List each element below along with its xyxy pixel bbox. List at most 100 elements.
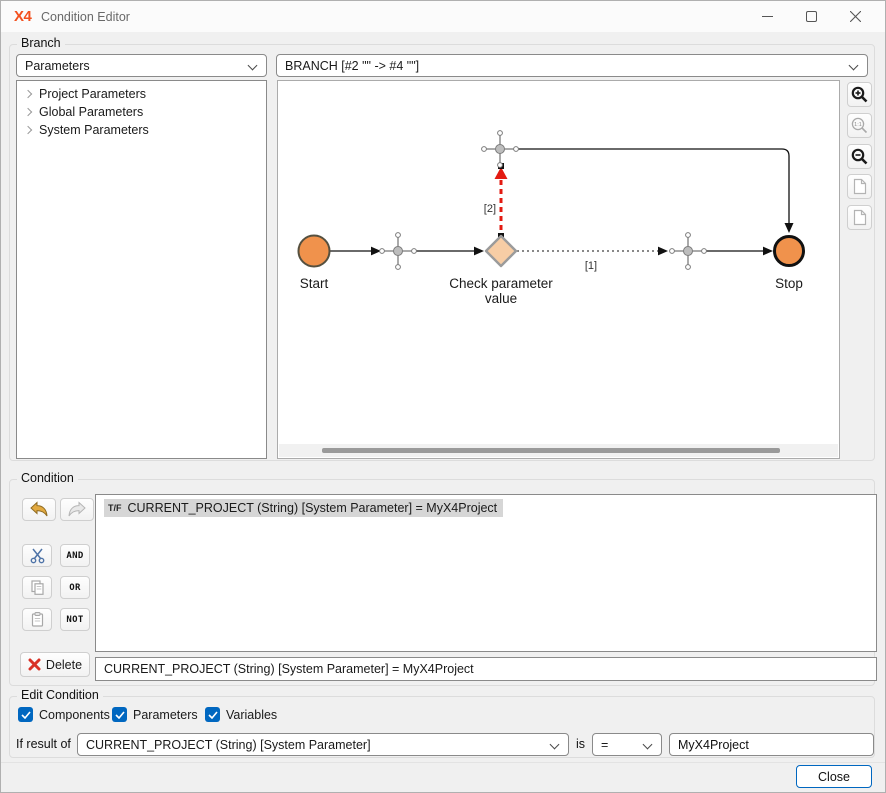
checkbox-variables[interactable]: Variables — [205, 707, 277, 722]
parameter-type-value: Parameters — [25, 59, 90, 73]
close-button-label: Close — [818, 770, 850, 784]
not-label: NOT — [66, 615, 83, 625]
checkmark-icon — [115, 711, 125, 719]
branch-combobox[interactable]: BRANCH [#2 "" -> #4 ""] — [276, 54, 868, 77]
condition-item-text: CURRENT_PROJECT (String) [System Paramet… — [128, 501, 498, 515]
undo-button[interactable] — [22, 498, 56, 521]
checkbox-checked-icon — [205, 707, 220, 722]
if-result-of-label: If result of — [16, 737, 71, 751]
delete-x-icon — [28, 658, 41, 671]
checkbox-parameters[interactable]: Parameters — [112, 707, 198, 722]
arrowhead-down — [785, 223, 794, 233]
clipboard-icon — [29, 611, 46, 628]
redo-button[interactable] — [60, 498, 94, 521]
checkbox-checked-icon — [18, 707, 33, 722]
maximize-button[interactable] — [789, 1, 833, 32]
condition-list[interactable]: T/F CURRENT_PROJECT (String) [System Par… — [95, 494, 877, 652]
checkbox-label: Parameters — [133, 708, 198, 722]
result-source-combobox[interactable]: CURRENT_PROJECT (String) [System Paramet… — [77, 733, 569, 756]
condition-list-item-selected[interactable]: T/F CURRENT_PROJECT (String) [System Par… — [104, 499, 503, 517]
branch-group: Branch Parameters BRANCH [#2 "" -> #4 ""… — [9, 44, 875, 461]
branch-group-label: Branch — [17, 36, 65, 50]
chevron-down-icon — [849, 61, 859, 71]
operator-combobox[interactable]: = — [592, 733, 662, 756]
page-icon — [852, 178, 868, 195]
undo-icon — [28, 501, 50, 518]
condition-preview-field: CURRENT_PROJECT (String) [System Paramet… — [95, 657, 877, 681]
copy-button[interactable] — [22, 576, 52, 599]
result-source-value: CURRENT_PROJECT (String) [System Paramet… — [86, 738, 371, 752]
arrowhead-right — [763, 247, 773, 256]
tree-item-label: System Parameters — [39, 123, 149, 137]
workflow-diagram-canvas[interactable]: [1] [2] Start Check paramet — [277, 80, 840, 459]
window-title: Condition Editor — [41, 10, 130, 24]
checkbox-label: Variables — [226, 708, 277, 722]
decision-node[interactable] — [486, 236, 516, 266]
junction-node-top[interactable] — [482, 131, 519, 168]
cut-button[interactable] — [22, 544, 52, 567]
zoom-one-to-one-icon: 1:1 — [850, 116, 869, 135]
tree-item-label: Project Parameters — [39, 87, 146, 101]
checkbox-components[interactable]: Components — [18, 707, 110, 722]
and-label: AND — [66, 551, 83, 561]
true-false-icon: T/F — [108, 503, 122, 513]
condition-preview-text: CURRENT_PROJECT (String) [System Paramet… — [104, 662, 474, 676]
condition-group-label: Condition — [17, 471, 78, 485]
chevron-right-icon — [24, 108, 32, 116]
edge1-label: [1] — [585, 260, 597, 272]
minimize-button[interactable] — [745, 1, 789, 32]
not-operator-button[interactable]: NOT — [60, 608, 90, 631]
edit-condition-group-label: Edit Condition — [17, 688, 103, 702]
edge-junction-to-stop — [516, 149, 789, 226]
fit-width-button[interactable] — [847, 205, 872, 230]
junction-node-1[interactable] — [380, 233, 417, 270]
scissors-icon — [29, 547, 46, 564]
fit-page-button[interactable] — [847, 174, 872, 199]
comparison-value-input[interactable] — [669, 733, 874, 756]
checkmark-icon — [208, 711, 218, 719]
branch-value: BRANCH [#2 "" -> #4 ""] — [285, 59, 419, 73]
start-node[interactable] — [299, 236, 330, 267]
edge2-label: [2] — [484, 203, 496, 215]
zoom-out-button[interactable] — [847, 144, 872, 169]
delete-button[interactable]: Delete — [20, 652, 90, 677]
parameter-type-combobox[interactable]: Parameters — [16, 54, 267, 77]
maximize-icon — [806, 11, 817, 22]
page-icon — [852, 209, 868, 226]
footer-bar — [1, 762, 885, 793]
title-bar: X4 Condition Editor — [1, 1, 885, 32]
and-operator-button[interactable]: AND — [60, 544, 90, 567]
checkbox-checked-icon — [112, 707, 127, 722]
junction-node-2[interactable] — [670, 233, 707, 270]
checkmark-icon — [21, 711, 31, 719]
checkbox-label: Components — [39, 708, 110, 722]
redo-icon — [66, 501, 88, 518]
chevron-right-icon — [24, 90, 32, 98]
tree-item-project-parameters[interactable]: Project Parameters — [17, 85, 266, 103]
condition-editor-window: X4 Condition Editor Branch Parameters BR… — [0, 0, 886, 793]
is-label: is — [576, 737, 585, 751]
diagram-horizontal-scrollbar[interactable] — [279, 444, 838, 457]
tree-item-global-parameters[interactable]: Global Parameters — [17, 103, 266, 121]
close-button[interactable]: Close — [796, 765, 872, 788]
svg-text:1:1: 1:1 — [854, 122, 862, 128]
zoom-in-button[interactable] — [847, 82, 872, 107]
or-operator-button[interactable]: OR — [60, 576, 90, 599]
decision-node-label-1: Check parameter — [449, 276, 553, 291]
paste-button[interactable] — [22, 608, 52, 631]
minimize-icon — [762, 11, 773, 22]
stop-node[interactable] — [775, 237, 804, 266]
close-window-button[interactable] — [833, 1, 877, 32]
decision-node-label-2: value — [485, 291, 517, 306]
chevron-down-icon — [248, 61, 258, 71]
copy-icon — [29, 579, 46, 596]
arrowhead-right — [474, 247, 484, 256]
delete-label: Delete — [46, 658, 82, 672]
tree-item-system-parameters[interactable]: System Parameters — [17, 121, 266, 139]
zoom-out-icon — [850, 147, 869, 166]
chevron-down-icon — [643, 740, 653, 750]
close-icon — [850, 11, 861, 22]
zoom-actual-size-button[interactable]: 1:1 — [847, 113, 872, 138]
scrollbar-thumb[interactable] — [322, 448, 780, 453]
condition-group: Condition AND — [9, 479, 875, 686]
